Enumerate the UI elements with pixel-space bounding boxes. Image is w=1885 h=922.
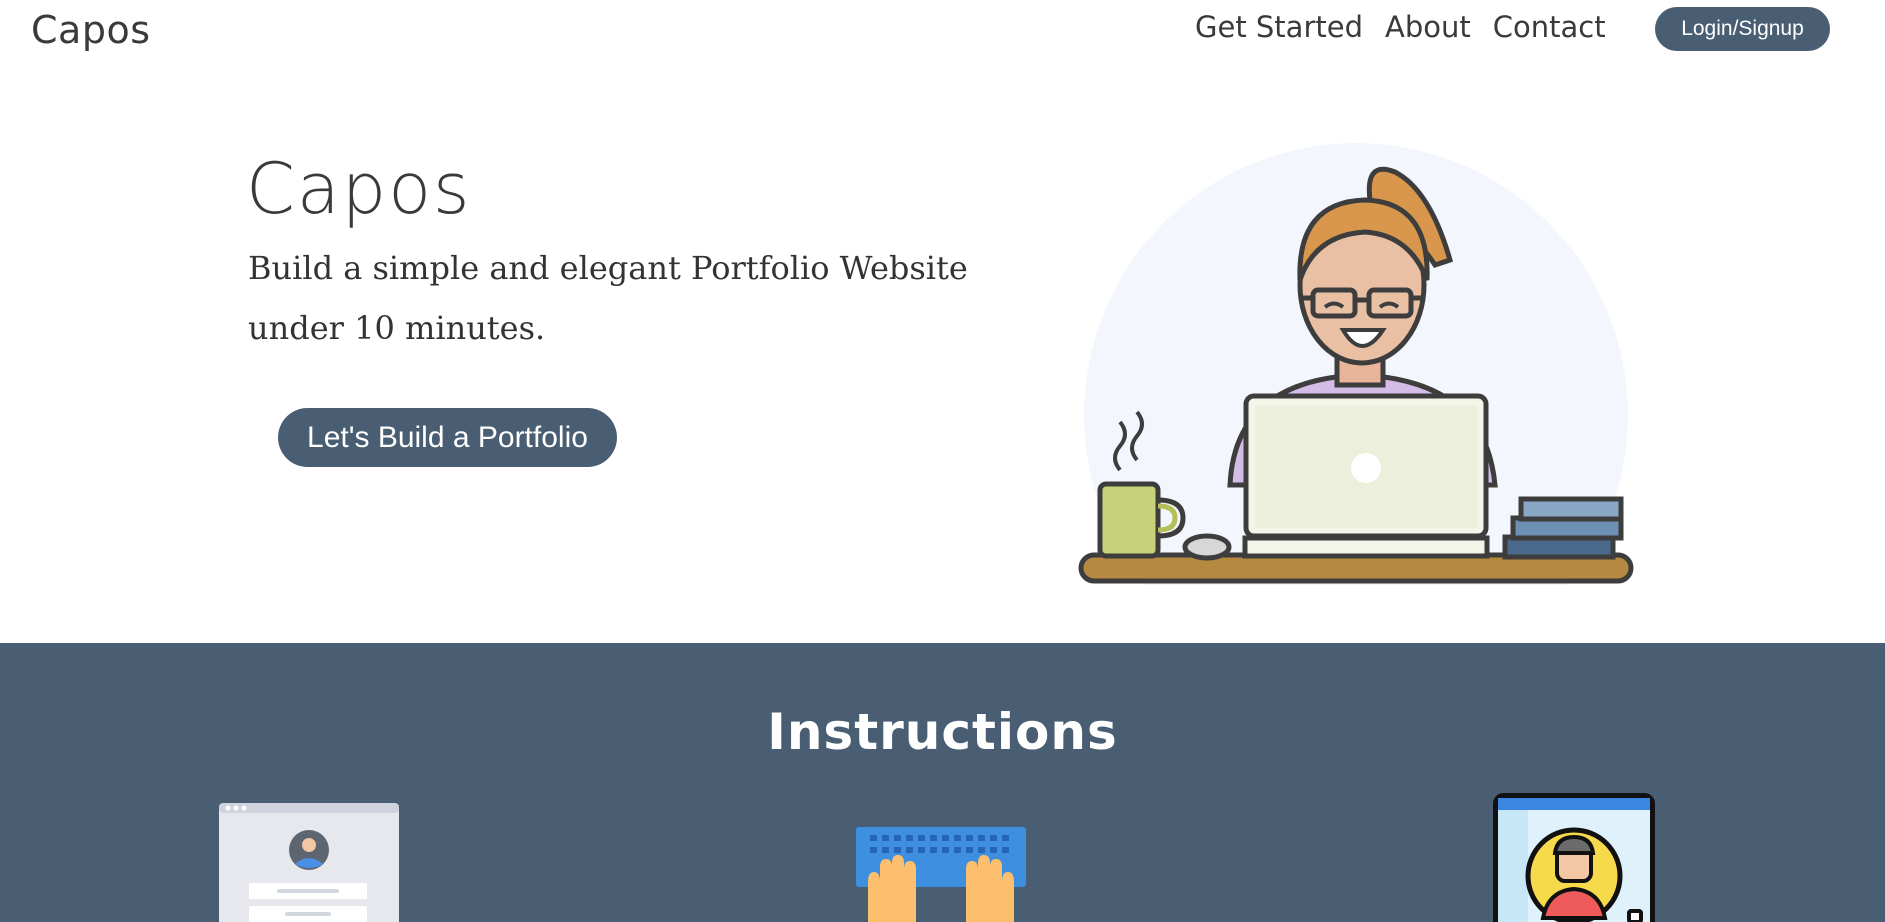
brand-logo[interactable]: Capos xyxy=(31,8,151,52)
hero-subtitle: Build a simple and elegant Portfolio Web… xyxy=(248,249,968,347)
login-signup-button[interactable]: Login/Signup xyxy=(1655,7,1830,51)
signup-form-icon xyxy=(219,803,399,922)
typing-keyboard-icon xyxy=(856,827,1026,922)
build-portfolio-button[interactable]: Let's Build a Portfolio xyxy=(278,408,617,467)
instructions-section: Instructions xyxy=(0,643,1885,922)
top-navbar: Capos Get Started About Contact Login/Si… xyxy=(0,0,1885,64)
nav-link-get-started[interactable]: Get Started xyxy=(1195,10,1363,44)
hero-title: Capos xyxy=(246,148,472,230)
nav-link-about[interactable]: About xyxy=(1385,10,1471,44)
profile-card-icon xyxy=(1493,793,1655,922)
nav-links: Get Started About Contact xyxy=(1195,10,1606,44)
woman-with-laptop-illustration xyxy=(1078,143,1634,585)
instructions-title: Instructions xyxy=(767,703,1118,761)
nav-link-contact[interactable]: Contact xyxy=(1493,10,1606,44)
